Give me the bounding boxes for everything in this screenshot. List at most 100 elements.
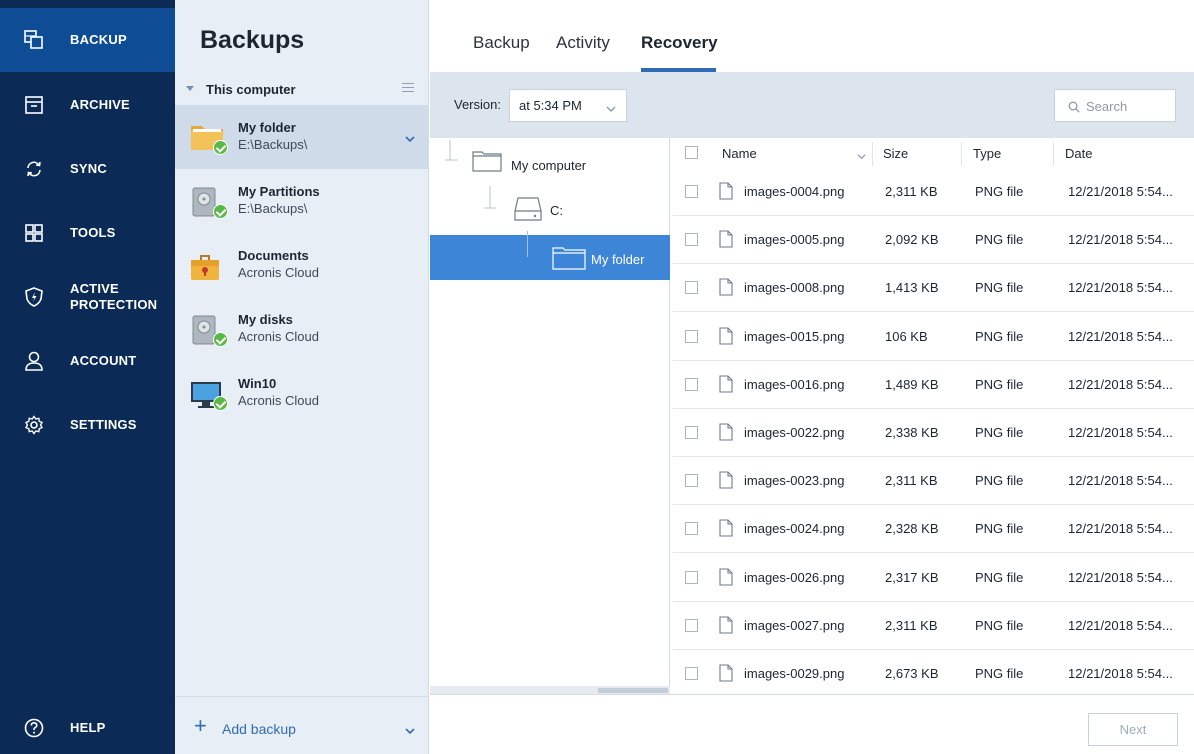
- file-date: 12/21/2018 5:54...: [1068, 280, 1173, 296]
- file-icon: [719, 375, 733, 393]
- column-header-date[interactable]: Date: [1065, 146, 1092, 161]
- backup-item-my-folder[interactable]: My folder E:\Backups\: [175, 105, 429, 169]
- nav-item-backup[interactable]: BACKUP: [0, 8, 175, 72]
- file-name: images-0026.png: [744, 569, 845, 585]
- row-checkbox[interactable]: [685, 185, 698, 198]
- hamburger-menu-icon[interactable]: [402, 83, 414, 93]
- sort-chevron-icon[interactable]: [857, 148, 866, 166]
- row-checkbox[interactable]: [685, 474, 698, 488]
- collapse-triangle-icon[interactable]: [186, 86, 194, 91]
- backup-item-documents[interactable]: Documents Acronis Cloud: [175, 233, 429, 297]
- nav-item-active-protection[interactable]: ACTIVE PROTECTION: [0, 265, 175, 329]
- backups-title: Backups: [200, 26, 305, 54]
- column-divider[interactable]: [872, 142, 873, 166]
- plus-icon: +: [194, 713, 207, 738]
- search-box[interactable]: [1054, 89, 1176, 122]
- next-button[interactable]: Next: [1088, 713, 1178, 746]
- add-backup-button[interactable]: + Add backup: [175, 696, 429, 754]
- nav-item-tools[interactable]: TOOLS: [0, 201, 175, 265]
- table-row[interactable]: images-0026.png 2,317 KB PNG file 12/21/201…: [673, 554, 1194, 602]
- file-name: images-0015.png: [744, 328, 845, 344]
- tree-node-my-computer[interactable]: My computer: [430, 140, 670, 185]
- file-date: 12/21/2018 5:54...: [1068, 569, 1173, 585]
- column-divider[interactable]: [961, 142, 962, 166]
- nav-item-settings[interactable]: SETTINGS: [0, 393, 175, 457]
- file-type: PNG file: [975, 328, 1024, 344]
- row-checkbox[interactable]: [685, 377, 698, 391]
- file-type: PNG file: [975, 376, 1024, 392]
- row-checkbox[interactable]: [685, 522, 698, 536]
- table-row[interactable]: images-0024.png 2,328 KB PNG file 12/21/201…: [673, 505, 1194, 554]
- version-value: at 5:34 PM: [519, 98, 582, 113]
- backup-item-my-disks[interactable]: My disks Acronis Cloud: [175, 297, 429, 361]
- file-date: 12/21/2018 5:54...: [1068, 376, 1173, 392]
- file-name: images-0005.png: [744, 232, 845, 248]
- file-icon: [719, 182, 733, 200]
- row-checkbox[interactable]: [685, 570, 698, 584]
- backup-name: My Partitions: [238, 184, 320, 199]
- nav-label: HELP: [70, 720, 106, 735]
- file-size: 2,311 KB: [885, 617, 938, 633]
- row-checkbox[interactable]: [685, 618, 698, 632]
- table-row[interactable]: images-0023.png 2,311 KB PNG file 12/21/201…: [673, 457, 1194, 506]
- scrollbar-thumb[interactable]: [598, 688, 668, 693]
- version-select[interactable]: at 5:34 PM: [509, 89, 627, 122]
- tree-node-my-folder[interactable]: My folder: [430, 231, 670, 280]
- nav-label: SETTINGS: [70, 417, 137, 432]
- row-checkbox[interactable]: [685, 233, 698, 247]
- tab-recovery[interactable]: Recovery: [641, 33, 718, 53]
- column-header-size[interactable]: Size: [883, 146, 908, 161]
- status-ok-icon: [213, 204, 228, 219]
- nav-item-archive[interactable]: ARCHIVE: [0, 73, 175, 137]
- nav-item-account[interactable]: ACCOUNT: [0, 329, 175, 393]
- column-divider[interactable]: [1053, 142, 1054, 166]
- nav-item-sync[interactable]: SYNC: [0, 137, 175, 201]
- file-size: 2,092 KB: [885, 232, 939, 248]
- column-header-type[interactable]: Type: [973, 146, 1001, 161]
- table-row[interactable]: images-0004.png 2,311 KB PNG file 12/21/201…: [673, 168, 1194, 216]
- file-size: 2,673 KB: [885, 666, 939, 681]
- file-date: 12/21/2018 5:54...: [1068, 328, 1173, 344]
- backup-item-my-partitions[interactable]: My Partitions E:\Backups\: [175, 169, 429, 233]
- file-type: PNG file: [975, 280, 1024, 296]
- chevron-down-icon[interactable]: [405, 131, 415, 143]
- horizontal-scrollbar[interactable]: [430, 686, 670, 694]
- nav-label: ACTIVE PROTECTION: [70, 281, 157, 313]
- backup-location: Acronis Cloud: [238, 393, 319, 408]
- file-name: images-0022.png: [744, 425, 845, 440]
- table-row[interactable]: images-0008.png 1,413 KB PNG file 12/21/201…: [673, 264, 1194, 313]
- tab-activity[interactable]: Activity: [556, 33, 610, 53]
- section-header-this-computer[interactable]: This computer: [175, 78, 429, 104]
- tree-node-drive-c[interactable]: C:: [430, 185, 670, 230]
- table-row[interactable]: images-0015.png 106 KB PNG file 12/21/2018 …: [673, 313, 1194, 361]
- row-checkbox[interactable]: [685, 281, 698, 295]
- file-type: PNG file: [975, 569, 1024, 585]
- search-icon: [1068, 100, 1080, 113]
- backup-item-win10[interactable]: Win10 Acronis Cloud: [175, 361, 429, 425]
- chevron-down-icon[interactable]: [405, 723, 415, 735]
- select-all-checkbox[interactable]: [685, 146, 698, 159]
- hard-disk-icon: [189, 184, 229, 220]
- table-row[interactable]: images-0027.png 2,311 KB PNG file 12/21/201…: [673, 602, 1194, 650]
- backup-location: E:\Backups\: [238, 201, 308, 216]
- table-row[interactable]: images-0022.png 2,338 KB PNG file 12/21/201…: [673, 409, 1194, 457]
- nav-label-line1: ACTIVE: [70, 281, 119, 296]
- file-icon: [719, 423, 733, 441]
- row-checkbox[interactable]: [685, 426, 698, 439]
- file-type: PNG file: [975, 184, 1024, 199]
- archive-icon: [24, 95, 44, 115]
- file-size: 1,413 KB: [885, 280, 939, 296]
- file-size: 106 KB: [885, 328, 928, 344]
- row-checkbox[interactable]: [685, 667, 698, 680]
- search-input[interactable]: [1086, 97, 1171, 115]
- table-row[interactable]: images-0005.png 2,092 KB PNG file 12/21/201…: [673, 216, 1194, 265]
- tab-backup[interactable]: Backup: [473, 33, 530, 53]
- tree-connector: [527, 231, 528, 257]
- chevron-down-icon: [606, 101, 616, 112]
- table-row[interactable]: images-0016.png 1,489 KB PNG file 12/21/201…: [673, 361, 1194, 409]
- file-size: 2,338 KB: [885, 425, 939, 440]
- table-row[interactable]: images-0029.png 2,673 KB PNG file 12/21/201…: [673, 650, 1194, 694]
- row-checkbox[interactable]: [685, 329, 698, 343]
- column-header-name[interactable]: Name: [722, 146, 757, 161]
- nav-item-help[interactable]: HELP: [0, 696, 175, 754]
